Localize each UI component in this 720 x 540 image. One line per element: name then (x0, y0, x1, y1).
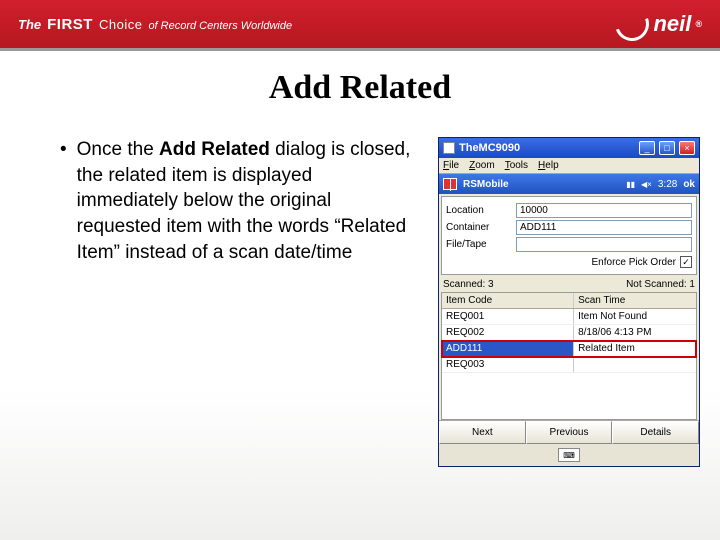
window-title: TheMC9090 (459, 142, 635, 154)
cell-item-code: REQ002 (442, 325, 574, 340)
next-button[interactable]: Next (439, 421, 526, 444)
filetape-label: File/Tape (446, 239, 516, 250)
logo-swoosh-icon (610, 1, 655, 46)
brand-tagline: The FIRST Choice of Record Centers World… (18, 16, 292, 33)
brand-tagline-text: of Record Centers Worldwide (148, 20, 292, 32)
window-titlebar: TheMC9090 _ □ × (439, 138, 699, 158)
items-grid: Item Code Scan Time REQ001Item Not Found… (441, 292, 697, 420)
cell-scan-time: Related Item (574, 341, 696, 356)
brand-the: The (18, 17, 41, 32)
keyboard-icon[interactable]: ⌨ (558, 448, 580, 462)
signal-icon: ▮▮ (626, 180, 635, 189)
notscanned-count: Not Scanned: 1 (626, 279, 695, 290)
menu-help[interactable]: Help (538, 160, 559, 171)
content-row: • Once the Add Related dialog is closed,… (0, 107, 720, 467)
bottom-buttons: Next Previous Details (439, 420, 699, 444)
clock: 3:28 (658, 179, 677, 190)
container-value: ADD111 (520, 222, 556, 233)
menu-tools[interactable]: Tools (505, 160, 528, 171)
grid-empty-area (442, 373, 696, 419)
table-row[interactable]: ADD111Related Item (442, 341, 696, 357)
bullet-dot-icon: • (60, 137, 67, 265)
scanned-count: Scanned: 3 (443, 279, 494, 290)
bullet-area: • Once the Add Related dialog is closed,… (60, 137, 418, 467)
container-label: Container (446, 222, 516, 233)
bullet-prefix: Once the (77, 139, 159, 160)
mobile-app-name: RSMobile (463, 179, 620, 190)
cell-item-code: ADD111 (442, 341, 574, 356)
grid-header-time[interactable]: Scan Time (574, 293, 696, 308)
grid-header: Item Code Scan Time (442, 293, 696, 309)
ok-button[interactable]: ok (683, 179, 695, 190)
minimize-button[interactable]: _ (639, 141, 655, 155)
sip-bar: ⌨ (439, 444, 699, 466)
cell-item-code: REQ001 (442, 309, 574, 324)
form-panel: Location 10000 Container ADD111 File/Tap… (441, 196, 697, 275)
menubar: File Zoom Tools Help (439, 158, 699, 174)
row-filetape: File/Tape (446, 237, 692, 252)
row-container: Container ADD111 (446, 220, 692, 235)
brand-first: FIRST (47, 16, 93, 33)
brand-header: The FIRST Choice of Record Centers World… (0, 0, 720, 48)
location-value: 10000 (520, 205, 548, 216)
details-button[interactable]: Details (612, 421, 699, 444)
scan-status-row: Scanned: 3 Not Scanned: 1 (439, 277, 699, 292)
bullet-item: • Once the Add Related dialog is closed,… (60, 137, 418, 265)
location-label: Location (446, 205, 516, 216)
row-enforce: Enforce Pick Order ✓ (446, 256, 692, 268)
cell-item-code: REQ003 (442, 357, 574, 372)
cell-scan-time (574, 357, 696, 372)
location-field[interactable]: 10000 (516, 203, 692, 218)
registered-icon: ® (695, 19, 702, 29)
cell-scan-time: Item Not Found (574, 309, 696, 324)
header-divider (0, 48, 720, 51)
table-row[interactable]: REQ0028/18/06 4:13 PM (442, 325, 696, 341)
menu-file[interactable]: File (443, 160, 459, 171)
logo-text: neil (653, 11, 691, 37)
table-row[interactable]: REQ003 (442, 357, 696, 373)
bullet-bold: Add Related (159, 139, 270, 160)
brand-choice: Choice (99, 17, 142, 32)
table-row[interactable]: REQ001Item Not Found (442, 309, 696, 325)
mobile-topbar: RSMobile ▮▮ ◀× 3:28 ok (439, 174, 699, 194)
cell-scan-time: 8/18/06 4:13 PM (574, 325, 696, 340)
app-icon (443, 142, 455, 154)
enforce-checkbox[interactable]: ✓ (680, 256, 692, 268)
windows-flag-icon[interactable] (443, 178, 457, 190)
filetape-field[interactable] (516, 237, 692, 252)
previous-button[interactable]: Previous (526, 421, 613, 444)
page-title: Add Related (0, 69, 720, 107)
brand-logo: neil ® (615, 7, 702, 41)
app-window: TheMC9090 _ □ × File Zoom Tools Help RSM… (438, 137, 700, 467)
row-location: Location 10000 (446, 203, 692, 218)
bullet-text: Once the Add Related dialog is closed, t… (77, 137, 418, 265)
container-field[interactable]: ADD111 (516, 220, 692, 235)
check-icon: ✓ (682, 257, 690, 268)
speaker-icon: ◀× (641, 180, 652, 189)
menu-zoom[interactable]: Zoom (469, 160, 495, 171)
grid-header-code[interactable]: Item Code (442, 293, 574, 308)
maximize-button[interactable]: □ (659, 141, 675, 155)
enforce-label: Enforce Pick Order (592, 257, 676, 268)
close-button[interactable]: × (679, 141, 695, 155)
